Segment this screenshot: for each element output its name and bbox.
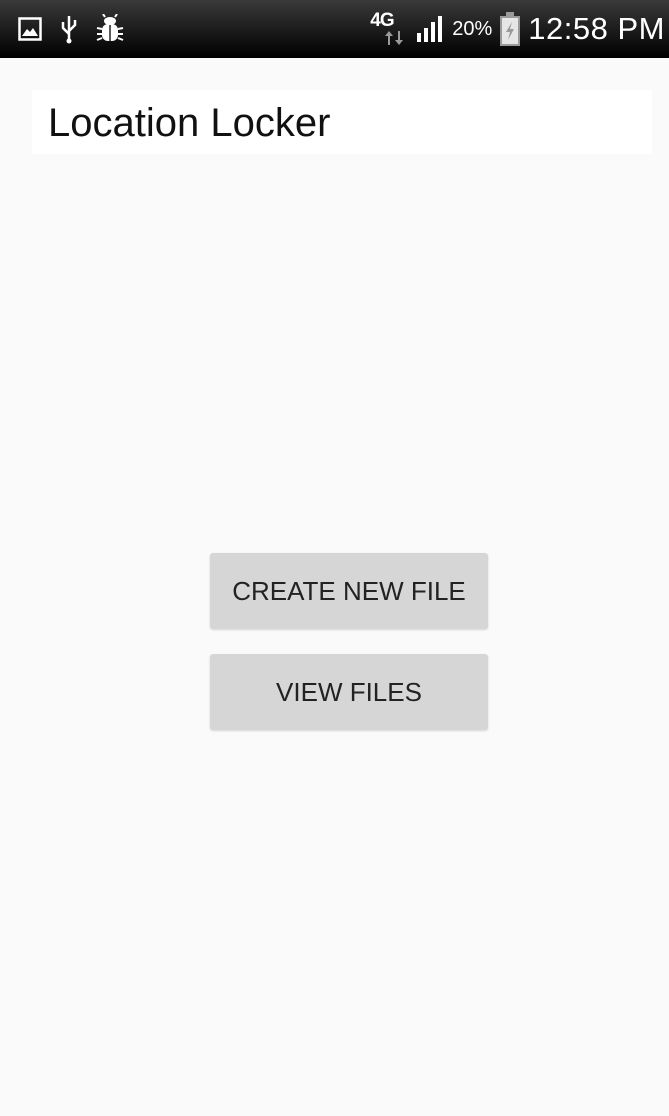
data-arrows-icon [385,31,404,45]
notification-icons [18,0,124,58]
view-files-button[interactable]: VIEW FILES [210,654,488,730]
gallery-icon [18,17,42,41]
bug-icon [96,14,124,44]
system-indicators: 4G 20% 12:58 PM [368,0,665,58]
usb-icon [60,14,78,44]
network-type-indicator: 4G [368,9,412,49]
status-bar: 4G 20% 12:58 PM [0,0,669,58]
app-title: Location Locker [48,101,331,145]
create-new-file-button[interactable]: CREATE NEW FILE [210,553,488,629]
battery-charging-icon [500,12,521,46]
battery-percent: 20% [452,17,493,40]
clock: 12:58 PM [528,11,665,46]
app-title-bar: Location Locker [32,90,652,154]
network-type-label: 4G [370,10,394,31]
signal-bars-icon [416,15,444,43]
